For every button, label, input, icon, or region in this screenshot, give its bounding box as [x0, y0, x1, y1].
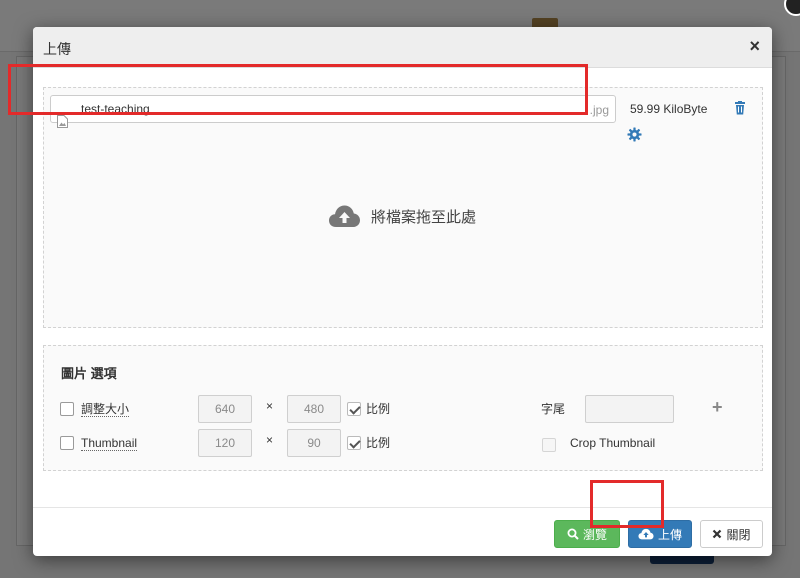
resize-checkbox[interactable]: [60, 402, 74, 416]
image-options-panel: 圖片 選項 調整大小 640 × 480 比例 字尾 + Thumbnail 1…: [43, 345, 763, 471]
thumbnail-height-input[interactable]: 90: [287, 429, 341, 457]
suffix-input[interactable]: [585, 395, 674, 423]
file-name-field[interactable]: test-teaching .jpg: [50, 95, 616, 123]
thumbnail-checkbox[interactable]: [60, 436, 74, 450]
search-icon: [567, 528, 579, 540]
close-button[interactable]: 關閉: [700, 520, 763, 548]
thumbnail-ratio-checkbox[interactable]: [347, 436, 361, 450]
drop-zone[interactable]: test-teaching .jpg 59.99 KiloByte 將檔案拖至此…: [43, 87, 763, 328]
image-options-title: 圖片 選項: [61, 366, 117, 381]
thumbnail-width-input[interactable]: 120: [198, 429, 252, 457]
dialog-footer: 瀏覽 上傳 關閉: [33, 507, 772, 556]
gear-icon[interactable]: [627, 127, 642, 142]
resize-height-input[interactable]: 480: [287, 395, 341, 423]
trash-icon[interactable]: [733, 101, 747, 115]
close-label: 關閉: [726, 527, 751, 542]
cloud-upload-icon: [329, 205, 360, 227]
suffix-label: 字尾: [541, 402, 566, 416]
dialog-header: 上傳 ×: [33, 27, 772, 68]
file-size: 59.99 KiloByte: [630, 102, 708, 116]
upload-label: 上傳: [657, 527, 682, 542]
thumbnail-times-symbol: ×: [266, 433, 274, 447]
resize-label: 調整大小: [81, 402, 130, 417]
thumbnail-ratio-label: 比例: [366, 436, 391, 450]
file-name: test-teaching: [81, 102, 150, 116]
resize-times-symbol: ×: [266, 399, 274, 413]
resize-width-input[interactable]: 640: [198, 395, 252, 423]
dialog-title: 上傳: [43, 41, 71, 57]
upload-button[interactable]: 上傳: [628, 520, 692, 548]
dialog-close-button[interactable]: ×: [749, 36, 760, 56]
add-option-button[interactable]: +: [712, 397, 723, 418]
browse-label: 瀏覽: [582, 527, 607, 542]
file-row: test-teaching .jpg: [50, 95, 616, 128]
drop-message: 將檔案拖至此處: [328, 201, 476, 231]
close-icon: [713, 529, 722, 539]
file-extension: .jpg: [589, 103, 609, 117]
resize-ratio-label: 比例: [366, 402, 391, 416]
upload-dialog: 上傳 × test-teaching .jpg 59.99 KiloByte 將…: [33, 27, 772, 556]
crop-thumbnail-checkbox[interactable]: [542, 438, 556, 452]
drop-message-text: 將檔案拖至此處: [371, 208, 477, 226]
thumbnail-label: Thumbnail: [81, 436, 138, 451]
cloud-upload-icon: [638, 528, 654, 540]
browse-button[interactable]: 瀏覽: [554, 520, 620, 548]
crop-thumbnail-label: Crop Thumbnail: [570, 436, 656, 450]
resize-ratio-checkbox[interactable]: [347, 402, 361, 416]
image-file-icon: [57, 115, 68, 128]
